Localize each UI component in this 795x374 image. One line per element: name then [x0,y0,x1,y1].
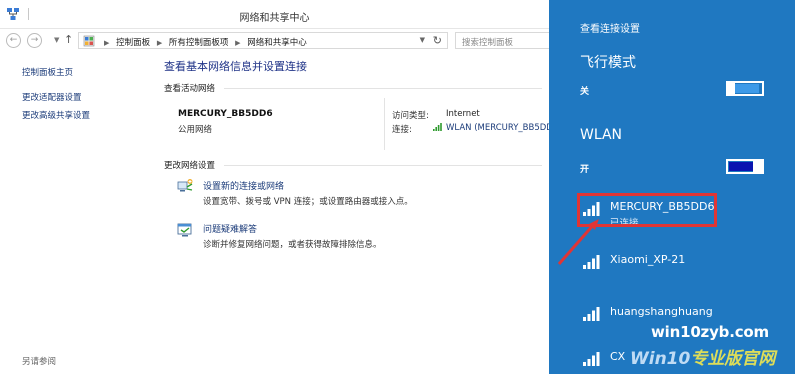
watermark-brand-b: 专业版官网 [690,349,776,369]
wlan-state: 开 [580,165,590,175]
control-panel-window: 网络和共享中心 ← → ▼ ↑ ▶ 控制面板 ▶ 所有控制面板项 ▶ 网络和共享… [0,0,549,374]
watermark-brand: Win10专业版官网 [630,344,775,369]
wifi-ssid: Xiaomi_XP-21 [610,253,686,266]
wifi-signal-icon [583,352,600,366]
breadcrumb-item-control-panel[interactable]: 控制面板 [116,38,150,48]
airplane-mode-state: 关 [580,87,590,97]
wifi-ssid: huangshanghuang [610,305,713,318]
watermark-url: win10zyb.com [651,323,769,341]
back-button[interactable]: ← [6,33,21,48]
airplane-mode-title: 飞行模式 [580,55,636,71]
connection-link[interactable]: WLAN (MERCURY_BB5DD6) [433,123,549,133]
breadcrumb-item-network-center[interactable]: 网络和共享中心 [247,38,307,48]
change-network-settings-label: 更改网络设置 [164,161,216,171]
breadcrumb-chevron-icon: ▶ [104,39,110,47]
wlan-title: WLAN [580,127,623,143]
toggle-thumb [726,81,735,96]
up-button[interactable]: ↑ [64,33,73,46]
vertical-divider [384,98,385,150]
toggle-track [729,162,753,171]
new-connection-icon [177,179,193,192]
change-adapter-settings-link[interactable]: 更改适配器设置 [22,91,82,103]
signal-bars-icon [433,123,442,131]
access-type-value: Internet [446,109,480,119]
breadcrumb-chevron-icon[interactable]: ▶ [157,39,162,47]
title-bar: 网络和共享中心 [0,0,549,29]
network-name: MERCURY_BB5DD6 [178,109,273,119]
wifi-signal-icon [583,255,600,269]
troubleshoot-icon [177,223,192,237]
navigation-bar: ← → ▼ ↑ ▶ 控制面板 ▶ 所有控制面板项 ▶ 网络和共享中心 ▼ ↻ 搜… [0,29,549,52]
connection-label: 连接: [392,125,412,135]
highlight-box [577,193,717,227]
page-title: 查看基本网络信息并设置连接 [164,60,307,73]
wifi-signal-icon [583,307,600,321]
wifi-ssid: CX [610,350,626,363]
troubleshoot-desc: 诊断并修复网络问题，或者获得故障排除信息。 [203,240,382,250]
connection-value: WLAN (MERCURY_BB5DD6) [446,123,549,133]
address-dropdown-icon[interactable]: ▼ [420,36,425,44]
wifi-network-item[interactable]: Xiaomi_XP-21 [549,244,795,288]
control-panel-home-link[interactable]: 控制面板主页 [22,66,73,78]
window-title: 网络和共享中心 [239,13,310,24]
address-box[interactable]: ▶ 控制面板 ▶ 所有控制面板项 ▶ 网络和共享中心 ▼ ↻ [78,32,448,49]
setup-new-connection-desc: 设置宽带、拨号或 VPN 连接；或设置路由器或接入点。 [203,197,413,207]
refresh-icon[interactable]: ↻ [433,34,442,47]
network-flyout-panel: 查看连接设置 飞行模式 关 WLAN 开 MERCURY_BB5DD6 已连接 … [549,0,795,374]
breadcrumb-chevron-icon[interactable]: ▶ [235,39,240,47]
breadcrumb-item-all-items[interactable]: 所有控制面板项 [169,38,229,48]
network-type: 公用网络 [178,125,213,135]
change-advanced-sharing-link[interactable]: 更改高级共享设置 [22,109,90,121]
watermark-brand-a: Win10 [630,349,691,369]
active-networks-label: 查看活动网络 [164,84,216,94]
setup-new-connection-link[interactable]: 设置新的连接或网络 [203,179,284,192]
main-content: 查看基本网络信息并设置连接 查看活动网络 MERCURY_BB5DD6 公用网络… [152,52,549,374]
airplane-mode-toggle[interactable] [726,81,764,96]
troubleshoot-link[interactable]: 问题疑难解答 [203,222,257,235]
section-divider [224,88,542,89]
search-box[interactable]: 搜索控制面板 [455,32,549,49]
recent-pages-dropdown[interactable]: ▼ [54,36,59,44]
control-panel-icon [83,35,95,47]
view-connection-settings-link[interactable]: 查看连接设置 [580,20,640,35]
see-also-label: 另请参阅 [22,357,57,367]
access-type-label: 访问类型: [392,111,429,121]
search-placeholder: 搜索控制面板 [462,38,514,48]
toggle-thumb [753,159,762,174]
section-divider [224,165,542,166]
wlan-toggle[interactable] [726,159,764,174]
breadcrumb: ▶ 控制面板 ▶ 所有控制面板项 ▶ 网络和共享中心 [100,36,307,48]
forward-button[interactable]: → [27,33,42,48]
left-navigation-pane: 控制面板主页 更改适配器设置 更改高级共享设置 另请参阅 [0,52,152,374]
